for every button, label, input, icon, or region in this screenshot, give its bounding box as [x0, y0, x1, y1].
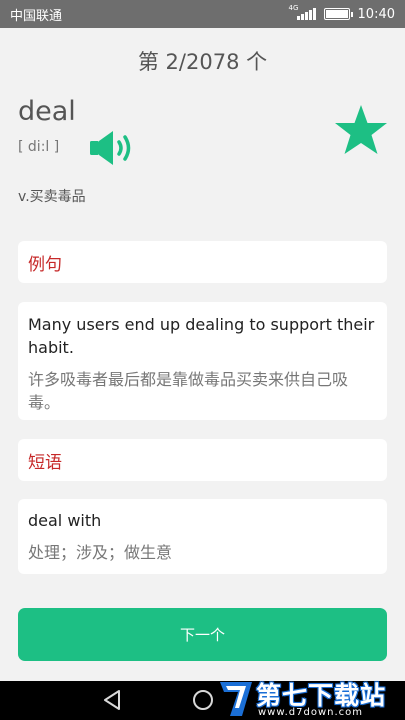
signal-icon: 4G: [289, 4, 316, 20]
watermark: 第七下载站 www.d7down.com: [218, 676, 405, 720]
next-button[interactable]: 下一个: [18, 608, 387, 661]
network-type-label: 4G: [288, 4, 299, 12]
phrase-card: deal with 处理；涉及；做生意: [18, 499, 387, 574]
phrase-english: deal with: [28, 511, 102, 530]
home-icon[interactable]: [193, 690, 213, 710]
watermark-logo-icon: [220, 682, 252, 716]
status-indicators: 4G 10:40: [289, 4, 395, 22]
favorite-star-icon[interactable]: [334, 104, 388, 156]
carrier-label: 中国联通: [10, 8, 63, 24]
clock: 10:40: [357, 6, 395, 22]
example-english: Many users end up dealing to support the…: [28, 315, 375, 357]
word-meaning: v.买卖毒品: [18, 189, 86, 205]
watermark-url: www.d7down.com: [258, 707, 364, 718]
phrase-header: 短语: [18, 439, 387, 481]
example-card: Many users end up dealing to support the…: [18, 302, 387, 420]
example-header: 例句: [18, 241, 387, 283]
phrase-chinese: 处理；涉及；做生意: [28, 543, 173, 562]
word-title: deal: [18, 96, 76, 127]
example-title: 例句: [28, 254, 62, 275]
phrase-title: 短语: [28, 452, 62, 473]
word-counter: 第 2/2078 个: [137, 50, 268, 74]
speaker-icon[interactable]: [88, 129, 136, 167]
battery-icon: [323, 8, 353, 20]
phonetic: [ di:l ]: [18, 139, 60, 155]
status-bar: 中国联通 4G 10:40: [0, 0, 405, 28]
example-chinese: 许多吸毒者最后都是靠做毒品买卖来供自己吸毒。: [28, 370, 349, 412]
back-icon[interactable]: [103, 690, 121, 710]
